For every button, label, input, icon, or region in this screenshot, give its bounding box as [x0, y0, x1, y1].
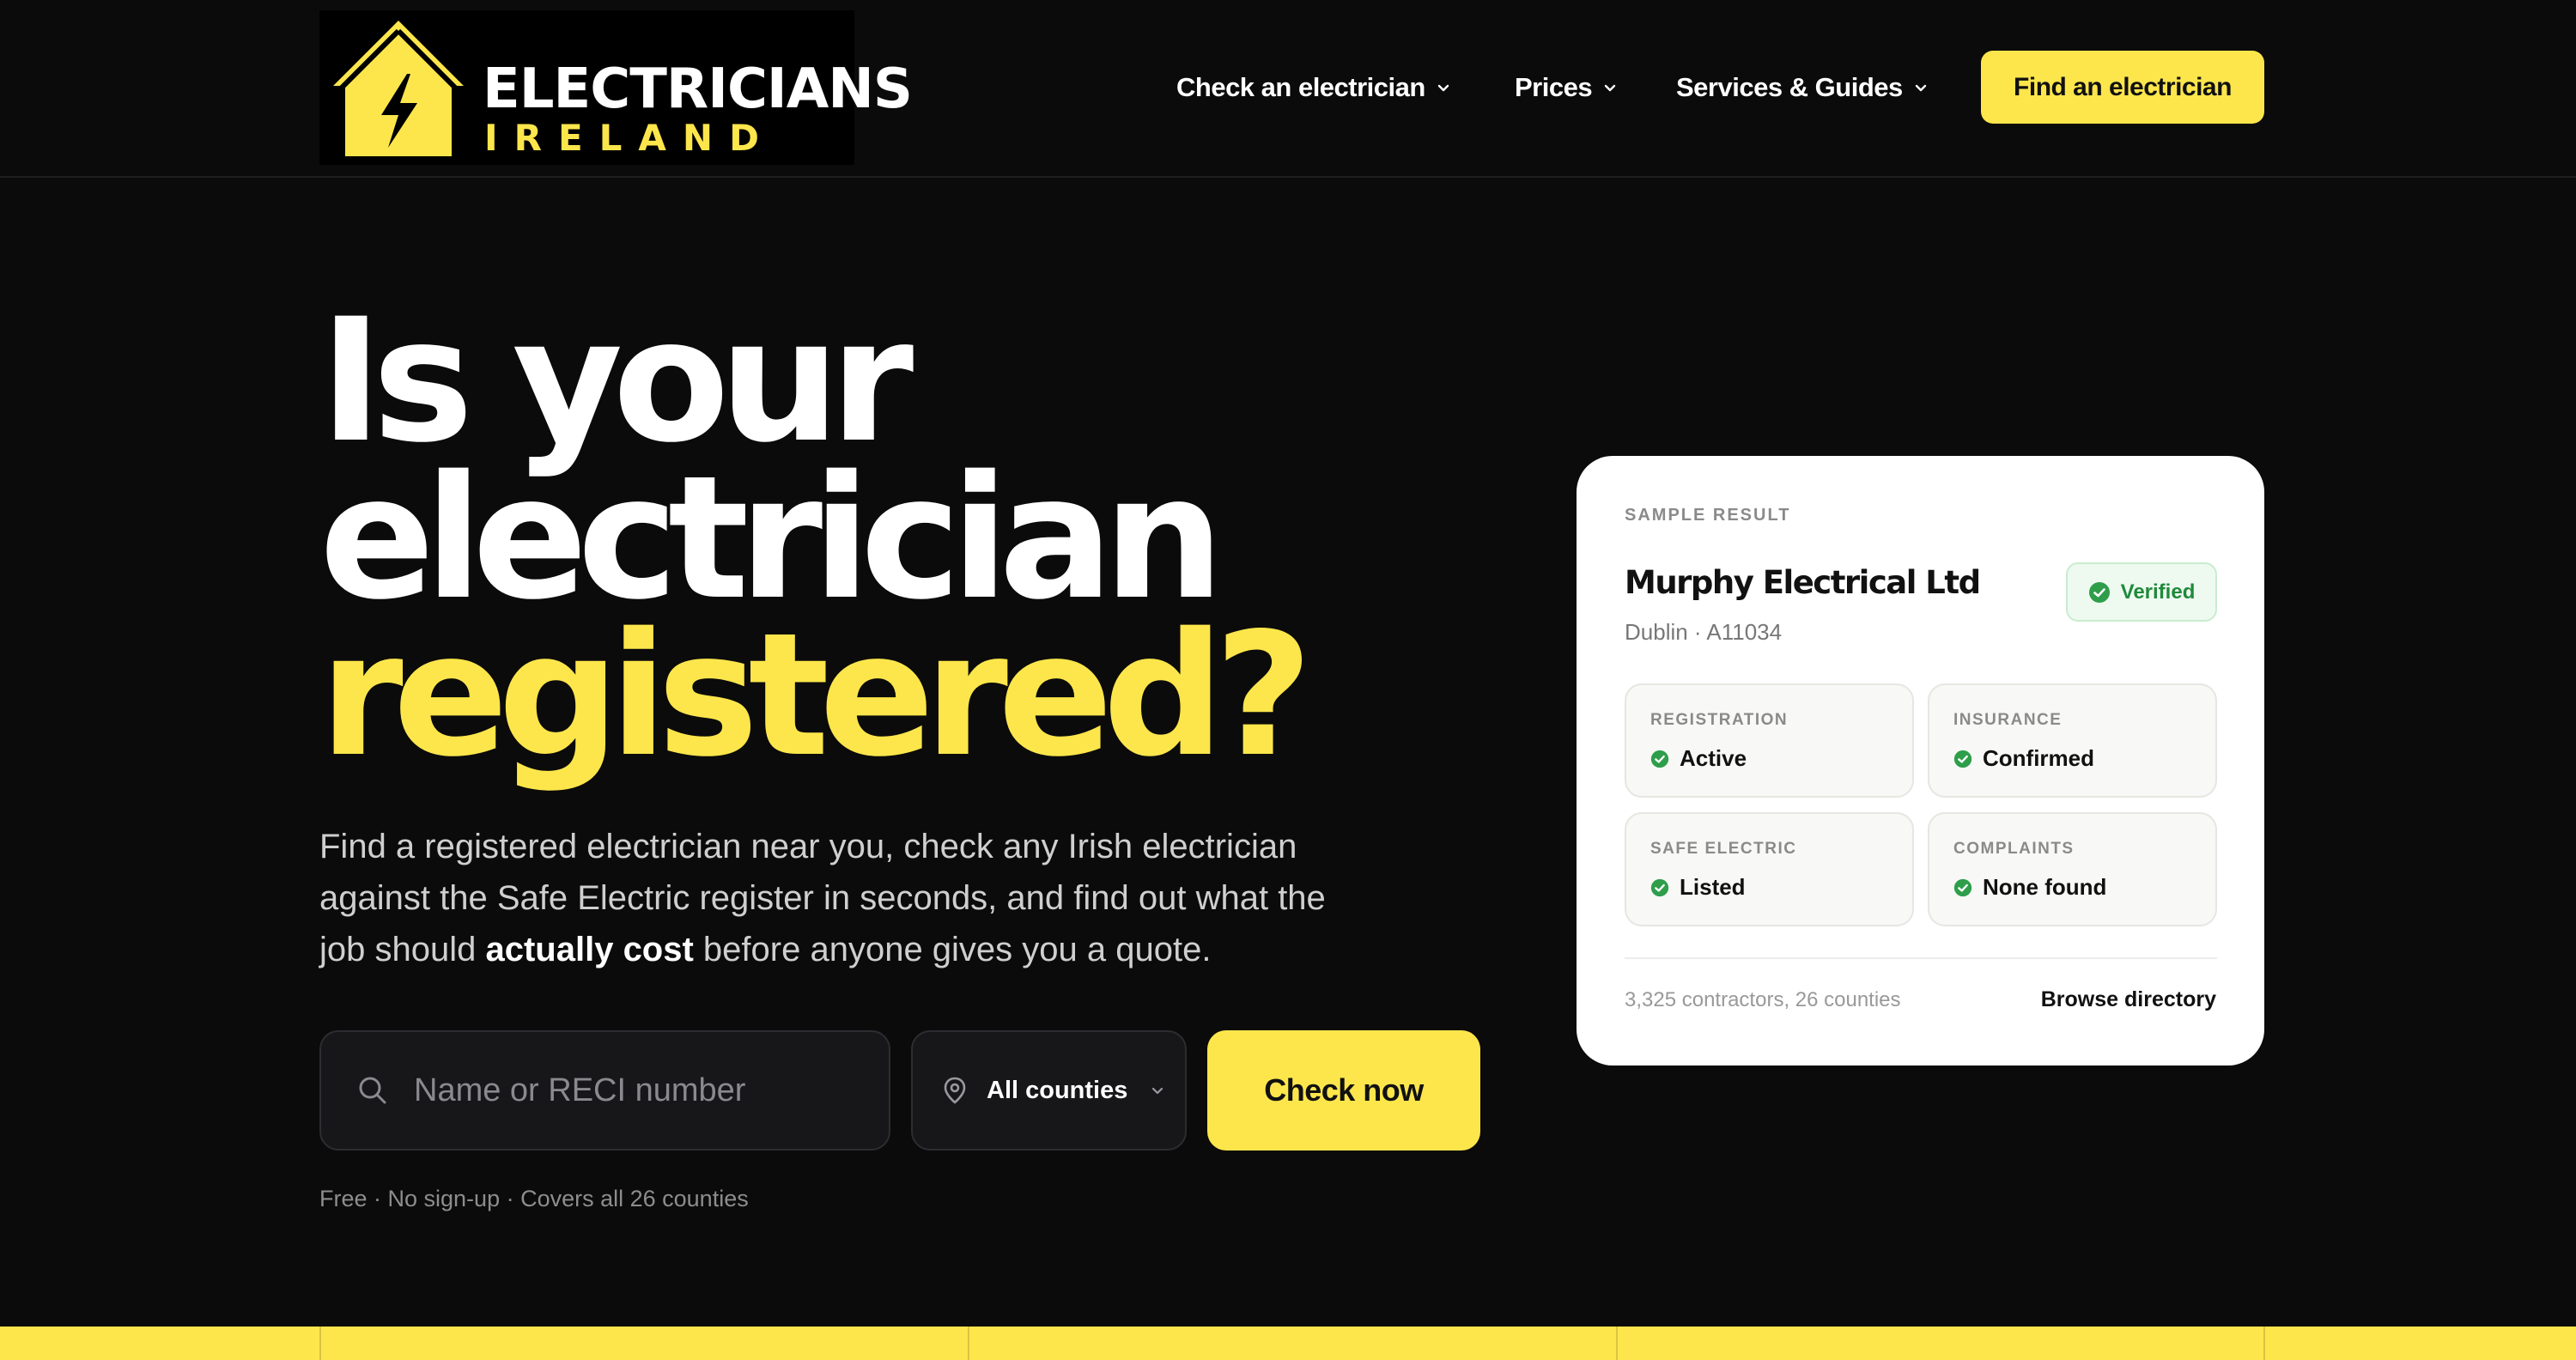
- site-header: ELECTRICIANS IRELAND Check an electricia…: [0, 0, 2576, 178]
- tile-label: REGISTRATION: [1650, 711, 1789, 729]
- map-pin-icon: [944, 1077, 966, 1104]
- check-circle-icon: [1953, 878, 1972, 896]
- company-name: Murphy Electrical Ltd: [1625, 564, 1981, 601]
- check-circle-icon: [1650, 750, 1669, 768]
- verified-badge-label: Verified: [2120, 580, 2196, 604]
- nav-prices[interactable]: Prices: [1515, 67, 1618, 108]
- headline-line-2: electrician: [319, 439, 1224, 637]
- nav-services-guides[interactable]: Services & Guides: [1676, 67, 1929, 108]
- nav-item-label: Services & Guides: [1676, 72, 1903, 102]
- bottom-yellow-strip: [0, 1327, 2576, 1360]
- strip-divider: [2263, 1327, 2265, 1360]
- tile-value: Listed: [1680, 874, 1746, 900]
- card-eyebrow: SAMPLE RESULT: [1625, 506, 1791, 525]
- verified-badge: Verified: [2066, 562, 2217, 622]
- chevron-down-icon: [1152, 1087, 1163, 1095]
- chevron-down-icon: [1604, 84, 1616, 92]
- logo-word-ireland: IRELAND: [484, 117, 775, 159]
- find-electrician-button[interactable]: Find an electrician: [1981, 51, 2264, 124]
- strip-divider: [968, 1327, 969, 1360]
- check-circle-icon: [2088, 581, 2110, 603]
- headline-line-3: registered?: [319, 596, 1313, 794]
- chevron-down-icon: [1437, 84, 1449, 92]
- logo-word-electricians: ELECTRICIANS: [483, 58, 913, 121]
- tile-value-row: None found: [1953, 874, 2106, 901]
- hero-subcopy: Find a registered electrician near you, …: [319, 821, 1333, 975]
- house-lightning-icon: [333, 21, 464, 156]
- strip-divider: [319, 1327, 321, 1360]
- tile-value: Active: [1680, 745, 1747, 771]
- search-input[interactable]: [414, 1065, 860, 1116]
- search-note: Free · No sign-up · Covers all 26 counti…: [319, 1186, 749, 1211]
- tile-value-row: Listed: [1650, 874, 1746, 901]
- county-select[interactable]: All counties: [911, 1030, 1187, 1151]
- hero-headline: Is your electrician registered?: [319, 282, 1313, 794]
- browse-directory-link[interactable]: Browse directory: [2041, 987, 2216, 1012]
- subcopy-emphasis: actually cost: [485, 931, 694, 968]
- status-tile-registration: REGISTRATION Active: [1625, 683, 1914, 798]
- headline-line-1: Is your: [319, 282, 914, 480]
- search-field[interactable]: [319, 1030, 890, 1151]
- chevron-down-icon: [1915, 84, 1926, 92]
- card-divider: [1625, 957, 2217, 959]
- tile-value-row: Active: [1650, 745, 1747, 772]
- check-now-button[interactable]: Check now: [1207, 1030, 1480, 1151]
- search-icon: [359, 1077, 386, 1104]
- strip-divider: [1616, 1327, 1618, 1360]
- directory-stats: 3,325 contractors, 26 counties: [1625, 988, 1901, 1011]
- tile-label: COMPLAINTS: [1953, 840, 2075, 858]
- tile-label: SAFE ELECTRIC: [1650, 840, 1797, 858]
- nav-item-label: Check an electrician: [1176, 72, 1425, 102]
- tile-value: None found: [1983, 874, 2107, 900]
- county-select-label: All counties: [987, 1076, 1128, 1104]
- sample-result-card: SAMPLE RESULT Murphy Electrical Ltd Dubl…: [1577, 456, 2264, 1066]
- tile-label: INSURANCE: [1953, 711, 2063, 729]
- subcopy-part-2: before anyone gives you a quote.: [693, 931, 1212, 968]
- tile-value-row: Confirmed: [1953, 745, 2094, 772]
- check-circle-icon: [1953, 750, 1972, 768]
- nav-item-label: Prices: [1515, 72, 1593, 102]
- tile-value: Confirmed: [1983, 745, 2094, 771]
- check-circle-icon: [1650, 878, 1669, 896]
- status-tile-complaints: COMPLAINTS None found: [1928, 812, 2217, 926]
- status-tile-safe-electric: SAFE ELECTRIC Listed: [1625, 812, 1914, 926]
- status-tile-insurance: INSURANCE Confirmed: [1928, 683, 2217, 798]
- nav-check-electrician[interactable]: Check an electrician: [1176, 67, 1451, 108]
- site-logo[interactable]: ELECTRICIANS IRELAND: [319, 10, 913, 165]
- company-location: Dublin · A11034: [1625, 619, 1783, 645]
